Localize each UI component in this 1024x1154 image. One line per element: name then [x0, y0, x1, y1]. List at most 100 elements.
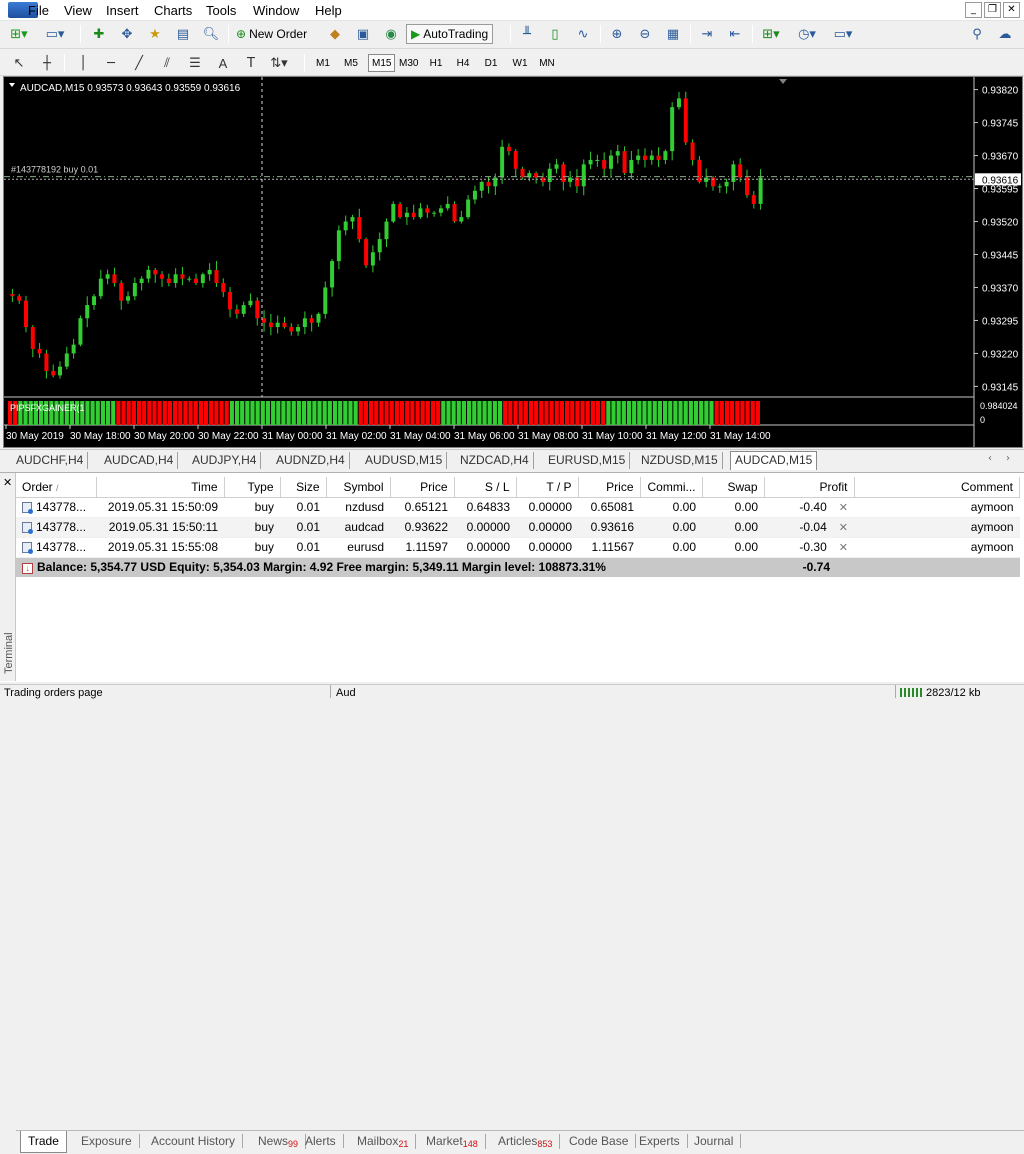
tab-scroll-right-icon[interactable]: ›: [1006, 453, 1010, 464]
data-window-icon[interactable]: ✥: [116, 24, 138, 44]
bar-chart-icon[interactable]: ╨: [516, 24, 538, 44]
zoom-in-icon[interactable]: ⊕: [606, 24, 628, 44]
text-label-icon[interactable]: T: [240, 53, 262, 73]
navigator-icon[interactable]: ★: [144, 24, 166, 44]
terminal-tab-market[interactable]: Market148: [419, 1134, 486, 1149]
chart-tab[interactable]: AUDNZD,H4: [272, 452, 350, 469]
terminal-tab-alerts[interactable]: Alerts: [298, 1134, 344, 1148]
terminal-tab-mailbox[interactable]: Mailbox21: [350, 1134, 417, 1149]
terminal-close-icon[interactable]: ✕: [3, 476, 12, 489]
price-chart[interactable]: 0.938200.937450.936700.935950.935200.934…: [4, 77, 1022, 447]
zoom-out-icon[interactable]: ⊖: [634, 24, 656, 44]
chart-tab[interactable]: AUDCAD,H4: [100, 452, 179, 469]
terminal-tab-account-history[interactable]: Account History: [144, 1134, 244, 1148]
timeframe-m1[interactable]: M1: [312, 54, 334, 72]
market-icon[interactable]: ◆: [324, 24, 346, 44]
candle-body: [330, 261, 335, 288]
timeframe-m15[interactable]: M15: [368, 54, 396, 72]
autotrading-button[interactable]: ▶ AutoTrading: [406, 24, 494, 44]
terminal-tab-code-base[interactable]: Code Base: [562, 1134, 637, 1148]
close-order-icon[interactable]: ✕: [839, 541, 848, 554]
menu-file[interactable]: File: [28, 3, 49, 18]
col-price[interactable]: Price: [578, 477, 641, 498]
terminal-icon[interactable]: ▤: [172, 24, 194, 44]
col-sl[interactable]: S / L: [454, 477, 517, 498]
menu-window[interactable]: Window: [253, 3, 299, 18]
search-icon[interactable]: ⚲: [966, 24, 988, 44]
chart-window[interactable]: 0.93820 0.93745 0.93670 0.93595 0.93520 0.934…: [3, 76, 1023, 448]
chart-tab-active[interactable]: AUDCAD,M15: [730, 451, 818, 470]
arrows-icon[interactable]: ⇅▾: [268, 53, 290, 73]
trade-row[interactable]: 143778... 2019.05.31 15:50:11 buy 0.01 audca…: [16, 517, 1020, 538]
col-size[interactable]: Size: [280, 477, 327, 498]
new-order-button[interactable]: ⊕ New Order: [236, 24, 307, 44]
strategy-tester-icon[interactable]: 🔍︎: [200, 24, 222, 44]
vertical-line-icon[interactable]: │: [72, 53, 94, 73]
line-chart-icon[interactable]: ∿: [572, 24, 594, 44]
trade-row[interactable]: 143778... 2019.05.31 15:50:09 buy 0.01 nzdus…: [16, 497, 1020, 518]
menu-help[interactable]: Help: [315, 3, 342, 18]
signals-icon[interactable]: ▣: [352, 24, 374, 44]
minimize-button[interactable]: _: [965, 2, 982, 18]
periods-icon[interactable]: ◷▾: [796, 24, 818, 44]
close-button[interactable]: ✕: [1003, 2, 1020, 18]
tab-scroll-left-icon[interactable]: ‹: [988, 453, 992, 464]
timeframe-h4[interactable]: H4: [452, 54, 474, 72]
chart-tab[interactable]: AUDJPY,H4: [188, 452, 262, 469]
col-swap[interactable]: Swap: [702, 477, 765, 498]
col-symbol[interactable]: Symbol: [326, 477, 391, 498]
indicators-icon[interactable]: ⊞▾: [760, 24, 782, 44]
terminal-tab-trade[interactable]: Trade: [20, 1131, 67, 1153]
menu-view[interactable]: View: [64, 3, 92, 18]
col-type[interactable]: Type: [224, 477, 281, 498]
terminal-tab-experts[interactable]: Experts: [632, 1134, 688, 1148]
col-order[interactable]: Order /: [16, 477, 97, 498]
menu-charts[interactable]: Charts: [154, 3, 192, 18]
chat-icon[interactable]: ☁: [994, 24, 1016, 44]
terminal-tab-articles[interactable]: Articles853: [491, 1134, 561, 1149]
cursor-icon[interactable]: ↖: [8, 53, 30, 73]
menu-insert[interactable]: Insert: [106, 3, 139, 18]
text-icon[interactable]: A: [212, 53, 234, 73]
chart-shift-icon[interactable]: ⇥: [696, 24, 718, 44]
chart-tab[interactable]: NZDUSD,M15: [637, 452, 723, 469]
col-open-price[interactable]: Price: [390, 477, 455, 498]
chart-tab[interactable]: AUDUSD,M15: [361, 452, 448, 469]
timeframe-w1[interactable]: W1: [509, 54, 531, 72]
horizontal-line-icon[interactable]: ─: [100, 53, 122, 73]
col-profit[interactable]: Profit: [764, 477, 855, 498]
fibonacci-icon[interactable]: ☰: [184, 53, 206, 73]
timeframe-m30[interactable]: M30: [396, 54, 421, 72]
tile-windows-icon[interactable]: ▦: [662, 24, 684, 44]
market-watch-icon[interactable]: ✚: [88, 24, 110, 44]
trade-row[interactable]: 143778... 2019.05.31 15:55:08 buy 0.01 eurus…: [16, 537, 1020, 558]
templates-icon[interactable]: ▭▾: [832, 24, 854, 44]
timeframe-mn[interactable]: MN: [536, 54, 558, 72]
chart-tab[interactable]: AUDCHF,H4: [12, 452, 89, 469]
crosshair-icon[interactable]: ┼: [36, 53, 58, 73]
profiles-icon[interactable]: ▭▾: [44, 24, 66, 44]
menu-tools[interactable]: Tools: [206, 3, 236, 18]
equidistant-channel-icon[interactable]: ⫽: [156, 53, 178, 73]
restore-button[interactable]: ❐: [984, 2, 1001, 18]
col-time[interactable]: Time: [96, 477, 225, 498]
trendline-icon[interactable]: ╱: [128, 53, 150, 73]
indicator-bar: [709, 401, 714, 425]
terminal-tab-exposure[interactable]: Exposure: [74, 1134, 140, 1148]
close-order-icon[interactable]: ✕: [839, 501, 848, 514]
vps-icon[interactable]: ◉: [380, 24, 402, 44]
chart-tab[interactable]: NZDCAD,H4: [456, 452, 534, 469]
col-commission[interactable]: Commi...: [640, 477, 703, 498]
timeframe-h1[interactable]: H1: [425, 54, 447, 72]
terminal-tab-journal[interactable]: Journal: [687, 1134, 742, 1148]
col-tp[interactable]: T / P: [516, 477, 579, 498]
timeframe-d1[interactable]: D1: [480, 54, 502, 72]
candlestick-chart-icon[interactable]: ▯: [544, 24, 566, 44]
close-order-icon[interactable]: ✕: [839, 521, 848, 534]
new-chart-icon[interactable]: ⊞▾: [8, 24, 30, 44]
col-comment[interactable]: Comment: [854, 477, 1020, 498]
chart-tab[interactable]: EURUSD,M15: [544, 452, 631, 469]
timeframe-m5[interactable]: M5: [340, 54, 362, 72]
autoscroll-icon[interactable]: ⇤: [724, 24, 746, 44]
indicator-bar: [730, 401, 735, 425]
